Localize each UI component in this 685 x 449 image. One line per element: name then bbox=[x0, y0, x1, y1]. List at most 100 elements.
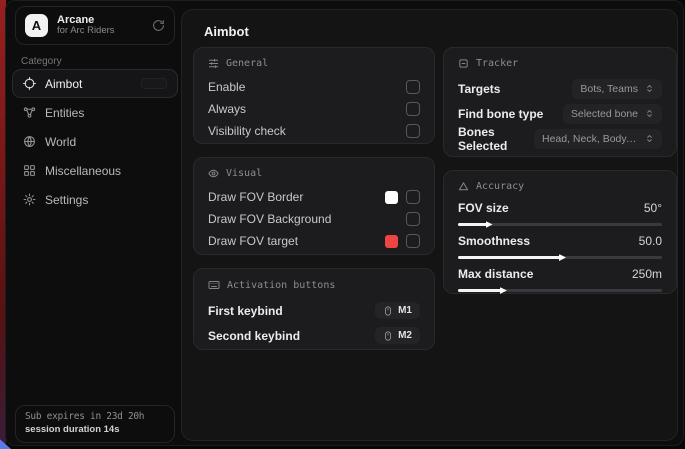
select-value: Head, Neck, Body, Pe... bbox=[542, 133, 638, 145]
scan-target-icon bbox=[458, 58, 469, 69]
setting-label: First keybind bbox=[208, 304, 283, 318]
sidebar-item-miscellaneous[interactable]: Miscellaneous bbox=[12, 156, 178, 185]
page-title: Aimbot bbox=[204, 24, 249, 39]
smoothness-slider[interactable] bbox=[458, 256, 662, 259]
activation-card: Activation buttons First keybind M1 Seco… bbox=[193, 268, 435, 350]
setting-label: Draw FOV Background bbox=[208, 212, 331, 226]
slider-row-smoothness: Smoothness 50.0 bbox=[458, 232, 662, 259]
activation-card-header: Activation buttons bbox=[208, 279, 420, 291]
setting-row-fov-background: Draw FOV Background bbox=[208, 208, 420, 230]
visual-card-header: Visual bbox=[208, 168, 420, 179]
slider-thumb[interactable] bbox=[559, 254, 566, 261]
sidebar-nav: Aimbot Entities World Miscellaneous bbox=[12, 69, 178, 214]
mouse-icon bbox=[383, 306, 393, 316]
second-keybind-button[interactable]: M2 bbox=[375, 327, 420, 344]
slider-thumb[interactable] bbox=[500, 287, 507, 294]
card-title: General bbox=[226, 58, 268, 69]
brand-subtitle: for Arc Riders bbox=[57, 26, 143, 37]
sidebar-item-settings[interactable]: Settings bbox=[12, 185, 178, 214]
chevrons-up-down-icon bbox=[645, 84, 654, 93]
targets-select[interactable]: Bots, Teams bbox=[572, 79, 662, 99]
visual-card: Visual Draw FOV Border Draw FOV Backgrou… bbox=[193, 157, 435, 255]
enable-checkbox[interactable] bbox=[406, 80, 420, 94]
first-keybind-button[interactable]: M1 bbox=[375, 302, 420, 319]
bones-selected-select[interactable]: Head, Neck, Body, Pe... bbox=[534, 129, 662, 149]
card-title: Visual bbox=[226, 168, 262, 179]
setting-row-enable: Enable bbox=[208, 76, 420, 98]
sidebar-item-label: Miscellaneous bbox=[45, 164, 121, 178]
select-value: Selected bone bbox=[571, 108, 638, 120]
sidebar-item-label: World bbox=[45, 135, 76, 149]
globe-icon bbox=[23, 135, 36, 148]
crosshair-icon bbox=[23, 77, 36, 90]
always-checkbox[interactable] bbox=[406, 102, 420, 116]
nodes-icon bbox=[23, 106, 36, 119]
general-card-header: General bbox=[208, 58, 420, 69]
card-title: Activation buttons bbox=[227, 280, 335, 291]
brand-block: Arcane for Arc Riders bbox=[57, 14, 143, 38]
eye-icon bbox=[208, 168, 219, 179]
accuracy-card: Accuracy FOV size 50° Smoothne bbox=[443, 170, 677, 294]
fov-target-checkbox[interactable] bbox=[406, 234, 420, 248]
slider-value: 50° bbox=[644, 201, 662, 215]
setting-row-fov-border: Draw FOV Border bbox=[208, 186, 420, 208]
mouse-icon bbox=[383, 331, 393, 341]
select-value: Bots, Teams bbox=[580, 83, 638, 95]
setting-row-fov-target: Draw FOV target bbox=[208, 230, 420, 252]
max-distance-slider[interactable] bbox=[458, 289, 662, 292]
card-title: Accuracy bbox=[476, 181, 524, 192]
keybind-value: M1 bbox=[398, 305, 412, 316]
sidebar-item-world[interactable]: World bbox=[12, 127, 178, 156]
fov-border-color-swatch[interactable] bbox=[385, 191, 398, 204]
sidebar-item-entities[interactable]: Entities bbox=[12, 98, 178, 127]
slider-label: Smoothness bbox=[458, 234, 530, 248]
category-label: Category bbox=[21, 56, 62, 67]
fov-target-color-swatch[interactable] bbox=[385, 235, 398, 248]
sidebar-item-label: Aimbot bbox=[45, 77, 82, 91]
session-duration-text: session duration 14s bbox=[25, 424, 165, 435]
tracker-card-header: Tracker bbox=[458, 58, 662, 69]
setting-label: Second keybind bbox=[208, 329, 300, 343]
chevrons-up-down-icon bbox=[645, 134, 654, 143]
setting-row-first-keybind: First keybind M1 bbox=[208, 298, 420, 323]
slider-thumb[interactable] bbox=[486, 221, 493, 228]
find-bone-type-select[interactable]: Selected bone bbox=[563, 104, 662, 124]
setting-row-targets: Targets Bots, Teams bbox=[458, 76, 662, 101]
app-window: A Arcane for Arc Riders Category Aimbot bbox=[5, 0, 684, 446]
fov-size-slider[interactable] bbox=[458, 223, 662, 226]
setting-label: Enable bbox=[208, 80, 245, 94]
grid-icon bbox=[23, 164, 36, 177]
sidebar-item-hint-badge bbox=[141, 78, 167, 89]
accuracy-card-header: Accuracy bbox=[458, 181, 662, 192]
sidebar-item-label: Entities bbox=[45, 106, 84, 120]
setting-row-always: Always bbox=[208, 98, 420, 120]
refresh-icon[interactable] bbox=[152, 19, 165, 32]
fov-background-checkbox[interactable] bbox=[406, 212, 420, 226]
keyboard-icon bbox=[208, 279, 220, 291]
setting-row-visibility-check: Visibility check bbox=[208, 120, 420, 142]
visibility-check-checkbox[interactable] bbox=[406, 124, 420, 138]
sidebar-item-label: Settings bbox=[45, 193, 88, 207]
setting-row-bones-selected: Bones Selected Head, Neck, Body, Pe... bbox=[458, 126, 662, 151]
slider-row-fov-size: FOV size 50° bbox=[458, 199, 662, 226]
setting-label: Draw FOV target bbox=[208, 234, 298, 248]
subscription-box: Sub expires in 23d 20h session duration … bbox=[15, 405, 175, 443]
main-panel: Aimbot General Enable Always bbox=[181, 9, 678, 441]
slider-value: 250m bbox=[632, 267, 662, 281]
setting-row-find-bone-type: Find bone type Selected bone bbox=[458, 101, 662, 126]
sidebar-item-aimbot[interactable]: Aimbot bbox=[12, 69, 178, 98]
slider-label: FOV size bbox=[458, 201, 509, 215]
slider-label: Max distance bbox=[458, 267, 533, 281]
sliders-icon bbox=[208, 58, 219, 69]
setting-label: Draw FOV Border bbox=[208, 190, 303, 204]
gear-icon bbox=[23, 193, 36, 206]
tracker-card: Tracker Targets Bots, Teams Find bone ty… bbox=[443, 47, 677, 157]
screen: A Arcane for Arc Riders Category Aimbot bbox=[0, 0, 685, 449]
setting-label: Always bbox=[208, 102, 246, 116]
fov-border-checkbox[interactable] bbox=[406, 190, 420, 204]
keybind-value: M2 bbox=[398, 330, 412, 341]
setting-label: Bones Selected bbox=[458, 125, 534, 153]
triangle-icon bbox=[458, 181, 469, 192]
general-card: General Enable Always Visibility check bbox=[193, 47, 435, 144]
app-logo: A bbox=[25, 14, 48, 37]
